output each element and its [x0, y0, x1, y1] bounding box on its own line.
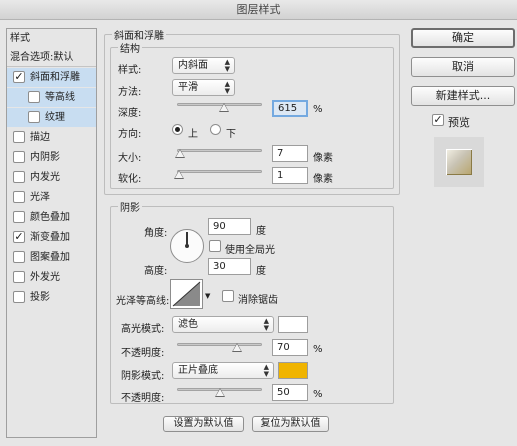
angle-unit: 度 — [256, 226, 266, 237]
style-item-color-overlay[interactable]: 颜色叠加 — [7, 208, 96, 227]
altitude-unit: 度 — [256, 266, 266, 277]
size-field[interactable]: 7 — [272, 145, 308, 162]
depth-slider-thumb[interactable] — [218, 103, 229, 112]
chevron-updown-icon: ▲ ▼ — [224, 80, 230, 95]
chevron-updown-icon: ▲ ▼ — [263, 363, 269, 378]
style-label: 样式: — [118, 65, 142, 76]
highlight-opacity-slider[interactable] — [177, 338, 262, 352]
highlight-opacity-field[interactable]: 70 — [272, 339, 308, 356]
size-unit: 像素 — [313, 153, 333, 164]
ok-button[interactable]: 确定 — [411, 28, 515, 48]
altitude-field[interactable]: 30 — [208, 258, 251, 275]
checkbox-outer-glow[interactable] — [13, 271, 25, 283]
checkbox-color-overlay[interactable] — [13, 211, 25, 223]
anti-aliased-checkbox[interactable] — [222, 290, 234, 302]
checkbox-inner-glow[interactable] — [13, 171, 25, 183]
size-slider-thumb[interactable] — [174, 149, 185, 158]
highlight-opacity-label: 不透明度: — [121, 348, 165, 359]
checkbox-contour[interactable] — [28, 91, 40, 103]
shadow-opacity-slider[interactable] — [177, 383, 262, 397]
reset-default-button[interactable]: 复位为默认值 — [252, 416, 329, 432]
checkbox-bevel-emboss[interactable]: ✓ — [13, 71, 25, 83]
shadow-mode-select[interactable]: 正片叠底 ▲ ▼ — [172, 362, 274, 379]
shadow-mode-label: 阴影模式: — [121, 371, 165, 382]
new-style-button[interactable]: 新建样式... — [411, 86, 515, 106]
window-titlebar: 图层样式 — [0, 0, 517, 20]
style-select[interactable]: 内斜面 ▲ ▼ — [172, 57, 235, 74]
make-default-button[interactable]: 设置为默认值 — [163, 416, 244, 432]
shadow-opacity-field[interactable]: 50 — [272, 384, 308, 401]
style-item-outer-glow[interactable]: 外发光 — [7, 268, 96, 287]
highlight-color-swatch[interactable] — [278, 316, 308, 333]
style-item-bevel-emboss[interactable]: ✓ 斜面和浮雕 — [7, 68, 96, 87]
anti-aliased-label: 消除锯齿 — [238, 295, 278, 306]
shadow-color-swatch[interactable] — [278, 362, 308, 379]
soften-slider[interactable] — [173, 165, 262, 179]
structure-title: 结构 — [118, 40, 142, 55]
highlight-mode-select[interactable]: 滤色 ▲ ▼ — [172, 316, 274, 333]
style-item-stroke[interactable]: 描边 — [7, 128, 96, 147]
depth-label: 深度: — [118, 108, 142, 119]
preview-swatch — [446, 149, 472, 175]
soften-field[interactable]: 1 — [272, 167, 308, 184]
style-item-satin[interactable]: 光泽 — [7, 188, 96, 207]
technique-label: 方法: — [118, 87, 142, 98]
chevron-updown-icon: ▲ ▼ — [224, 58, 230, 73]
global-light-checkbox[interactable] — [209, 240, 221, 252]
style-item-pattern-overlay[interactable]: 图案叠加 — [7, 248, 96, 267]
blending-options-item[interactable]: 混合选项:默认 — [7, 48, 96, 67]
style-preview-thumbnail — [434, 137, 484, 187]
style-item-drop-shadow[interactable]: 投影 — [7, 288, 96, 307]
size-slider[interactable] — [174, 144, 262, 158]
shading-title: 阴影 — [118, 199, 142, 214]
checkbox-satin[interactable] — [13, 191, 25, 203]
soften-slider-thumb[interactable] — [173, 170, 184, 179]
highlight-opacity-unit: % — [313, 344, 323, 355]
global-light-label: 使用全局光 — [225, 245, 275, 256]
depth-unit: % — [313, 104, 323, 115]
direction-up-label: 上 — [188, 129, 198, 140]
depth-slider[interactable] — [177, 98, 262, 112]
style-list: 样式 混合选项:默认 ✓ 斜面和浮雕 等高线 纹理 描边 内阴影 内发光 光泽 … — [6, 28, 97, 438]
checkbox-texture[interactable] — [28, 111, 40, 123]
checkbox-stroke[interactable] — [13, 131, 25, 143]
direction-down-radio[interactable] — [210, 124, 221, 135]
size-label: 大小: — [118, 153, 142, 164]
angle-label: 角度: — [144, 228, 168, 239]
direction-down-label: 下 — [226, 129, 236, 140]
contour-curve-icon[interactable] — [170, 279, 203, 309]
style-list-header[interactable]: 样式 — [7, 29, 96, 48]
depth-field[interactable]: 615 — [272, 100, 308, 117]
checkbox-pattern-overlay[interactable] — [13, 251, 25, 263]
technique-select[interactable]: 平滑 ▲ ▼ — [172, 79, 235, 96]
highlight-opacity-thumb[interactable] — [231, 343, 242, 352]
style-item-inner-shadow[interactable]: 内阴影 — [7, 148, 96, 167]
style-item-texture[interactable]: 纹理 — [7, 108, 96, 127]
shadow-opacity-label: 不透明度: — [121, 393, 165, 404]
direction-label: 方向: — [118, 129, 142, 140]
cancel-button[interactable]: 取消 — [411, 57, 515, 77]
contour-dropdown-icon[interactable]: ▼ — [205, 292, 210, 300]
soften-unit: 像素 — [313, 174, 333, 185]
soften-label: 软化: — [118, 174, 142, 185]
style-item-inner-glow[interactable]: 内发光 — [7, 168, 96, 187]
chevron-updown-icon: ▲ ▼ — [263, 317, 269, 332]
checkbox-drop-shadow[interactable] — [13, 291, 25, 303]
direction-up-radio[interactable] — [172, 124, 183, 135]
highlight-mode-label: 高光模式: — [121, 324, 165, 335]
angle-field[interactable]: 90 — [208, 218, 251, 235]
checkbox-gradient-overlay[interactable]: ✓ — [13, 231, 25, 243]
preview-checkbox[interactable]: ✓ — [432, 114, 444, 126]
shadow-opacity-thumb[interactable] — [214, 388, 225, 397]
shadow-opacity-unit: % — [313, 389, 323, 400]
style-item-gradient-overlay[interactable]: ✓ 渐变叠加 — [7, 228, 96, 247]
style-item-contour[interactable]: 等高线 — [7, 88, 96, 107]
angle-dial-icon[interactable] — [170, 229, 204, 263]
preview-label: 预览 — [448, 116, 470, 129]
window-title: 图层样式 — [236, 3, 281, 16]
checkbox-inner-shadow[interactable] — [13, 151, 25, 163]
gloss-contour-label: 光泽等高线: — [116, 296, 170, 307]
altitude-label: 高度: — [144, 266, 168, 277]
